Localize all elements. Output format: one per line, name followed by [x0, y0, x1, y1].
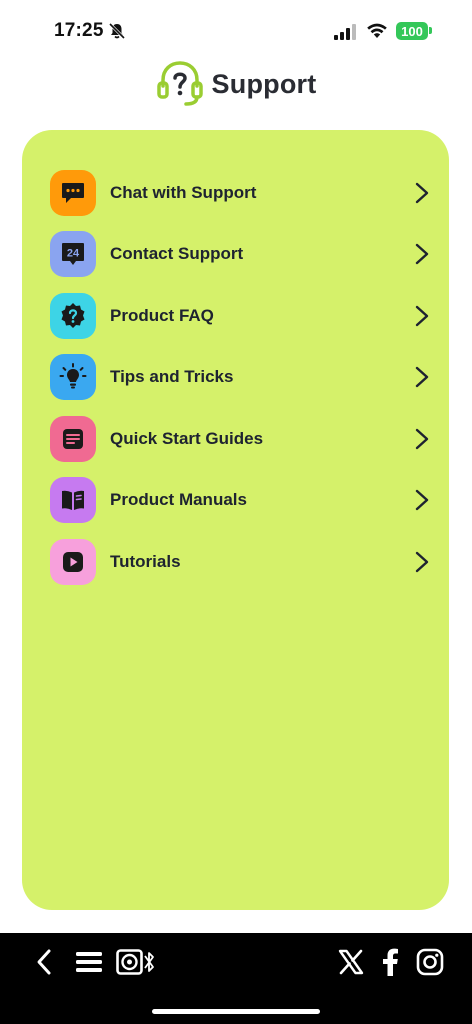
page-title: Support: [211, 68, 317, 99]
facebook-icon: [383, 948, 398, 976]
play-icon: [50, 538, 96, 585]
menu-item-chat-with-support[interactable]: Chat with Support: [22, 162, 449, 224]
menu-item-label: Chat with Support: [110, 182, 257, 202]
support-menu: Chat with Support 24 Contact Support Pro…: [22, 162, 449, 593]
menu-item-label: Quick Start Guides: [110, 428, 264, 448]
device-button[interactable]: [116, 947, 156, 977]
status-bar: 17:25 100: [0, 0, 472, 60]
instagram-icon: [416, 948, 444, 976]
wifi-icon: [367, 23, 387, 38]
battery-icon: 100: [396, 22, 428, 40]
chevron-right-icon: [415, 305, 429, 326]
chevron-right-icon: [415, 490, 429, 511]
svg-text:24: 24: [67, 248, 80, 260]
facebook-button[interactable]: [380, 947, 400, 977]
chevron-right-icon: [415, 182, 429, 203]
x-button[interactable]: [338, 947, 364, 977]
bell-muted-icon: [108, 22, 126, 40]
support-24-icon: 24: [50, 231, 96, 278]
guide-icon: [50, 415, 96, 462]
menu-item-label: Product Manuals: [110, 490, 247, 510]
home-indicator[interactable]: [152, 1009, 320, 1014]
menu-icon: [76, 952, 102, 972]
speaker-bluetooth-icon: [116, 949, 154, 975]
chat-bubble-icon: [50, 169, 96, 216]
faq-question-icon: [50, 292, 96, 339]
menu-item-product-faq[interactable]: Product FAQ: [22, 285, 449, 347]
chevron-right-icon: [415, 367, 429, 388]
menu-item-tutorials[interactable]: Tutorials: [22, 531, 449, 593]
book-icon: [50, 477, 96, 524]
headset-question-icon: [156, 61, 203, 106]
menu-item-product-manuals[interactable]: Product Manuals: [22, 470, 449, 532]
menu-item-label: Tutorials: [110, 551, 181, 571]
lightbulb-icon: [50, 354, 96, 401]
menu-item-quick-start-guides[interactable]: Quick Start Guides: [22, 408, 449, 470]
instagram-button[interactable]: [416, 947, 444, 977]
menu-item-contact-support[interactable]: 24 Contact Support: [22, 224, 449, 286]
status-time: 17:25: [54, 20, 104, 41]
menu-item-label: Tips and Tricks: [110, 367, 234, 387]
menu-item-label: Contact Support: [110, 244, 244, 264]
back-icon: [37, 949, 51, 975]
menu-item-tips-and-tricks[interactable]: Tips and Tricks: [22, 347, 449, 409]
back-button[interactable]: [34, 947, 54, 977]
chevron-right-icon: [415, 428, 429, 449]
chevron-right-icon: [415, 551, 429, 572]
battery-level: 100: [401, 23, 423, 39]
menu-button[interactable]: [76, 947, 102, 977]
x-logo-icon: [338, 949, 364, 975]
menu-item-label: Product FAQ: [110, 305, 214, 325]
signal-icon: [334, 24, 356, 40]
page-header: Support: [0, 58, 472, 110]
battery-nub: [429, 27, 432, 34]
support-card: Chat with Support 24 Contact Support Pro…: [22, 130, 449, 910]
chevron-right-icon: [415, 244, 429, 265]
